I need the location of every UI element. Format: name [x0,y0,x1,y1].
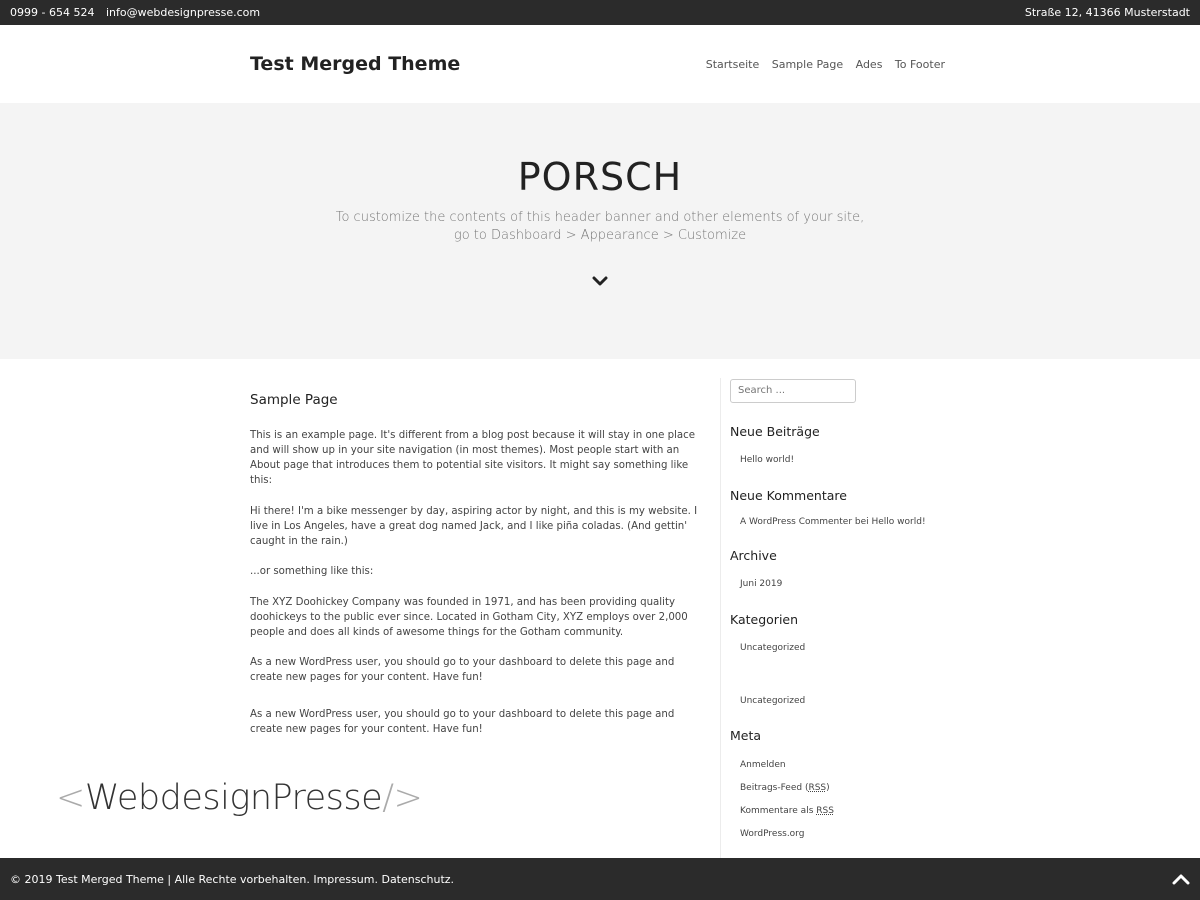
banner-subtitle-line-2: go to Dashboard > Appearance > Customize [453,228,747,243]
site-header: Test Merged Theme Startseite Sample Page… [0,25,1200,103]
login-link[interactable]: Anmelden [740,760,786,770]
comments-feed-prefix: Kommentare als [740,806,817,816]
search-input[interactable] [730,378,856,403]
page-title: Sample Page [250,392,338,408]
main-navigation: Startseite Sample Page Ades To Footer [697,58,945,71]
recent-comment-link[interactable]: A WordPress Commenter bei Hello world! [740,517,926,527]
wordpress-org-link[interactable]: WordPress.org [740,829,804,839]
recent-posts-title: Neue Beiträge [730,424,820,439]
recent-comments-title: Neue Kommentare [730,488,847,503]
header-banner: PORSCH To customize the contents of this… [0,103,1200,359]
webdesignpresse-logo: <WebdesignPresse/> [56,778,423,818]
rss-abbr: RSS [808,783,827,793]
content-paragraph: This is an example page. It's different … [250,430,696,486]
recent-post-link[interactable]: Hello world! [740,455,794,465]
banner-title: PORSCH [517,155,683,199]
content-paragraph: Hi there! I'm a bike messenger by day, a… [250,505,698,547]
site-footer: © 2019 Test Merged Theme | Alle Rechte v… [0,858,1200,900]
page-content: Sample Page This is an example page. It'… [250,393,705,753]
archive-title: Archive [730,548,777,563]
rss-abbr: RSS [816,806,834,816]
email-address[interactable]: info@webdesignpresse.com [106,6,260,19]
chevron-down-icon[interactable] [592,273,608,289]
content-paragraph: As a new WordPress user, you should go t… [250,657,675,683]
nav-item-to-footer[interactable]: To Footer [895,58,945,71]
entries-feed-link[interactable]: Beitrags-Feed (RSS) [740,783,830,793]
entries-feed-suffix: ) [826,783,830,793]
chevron-up-icon[interactable] [1172,870,1190,888]
entries-feed-prefix: Beitrags-Feed ( [740,783,809,793]
nav-item-ades[interactable]: Ades [856,58,883,71]
sidebar: Neue Beiträge Hello world! Neue Kommenta… [730,378,950,839]
banner-subtitle-line-1: To customize the contents of this header… [335,210,865,225]
logo-open-bracket: < [56,778,85,818]
banner-subtitle: To customize the contents of this header… [0,209,1200,245]
category-link[interactable]: Uncategorized [740,643,805,653]
nav-item-startseite[interactable]: Startseite [706,58,760,71]
address: Straße 12, 41366 Musterstadt [1024,6,1190,19]
site-title[interactable]: Test Merged Theme [250,53,460,75]
category-link-overlap[interactable]: Uncategorized [740,696,805,706]
logo-close-bracket: /> [382,778,423,818]
content-paragraph: The XYZ Doohickey Company was founded in… [250,596,688,638]
contact-info: 0999 - 654 524 info@webdesignpresse.com [10,6,268,19]
logo-name: WebdesignPresse [84,778,383,818]
phone-number[interactable]: 0999 - 654 524 [10,6,94,19]
footer-text: © 2019 Test Merged Theme | Alle Rechte v… [10,873,455,886]
content-paragraph: ...or something like this: [250,566,374,577]
nav-item-sample-page[interactable]: Sample Page [772,58,843,71]
archive-link[interactable]: Juni 2019 [740,579,782,589]
meta-title: Meta [730,728,762,743]
top-info-bar: 0999 - 654 524 info@webdesignpresse.com … [0,0,1200,25]
content-paragraph-duplicate: As a new WordPress user, you should go t… [250,709,675,735]
comments-feed-link[interactable]: Kommentare als RSS [740,806,834,816]
sidebar-divider [720,378,721,858]
categories-title: Kategorien [730,612,799,627]
